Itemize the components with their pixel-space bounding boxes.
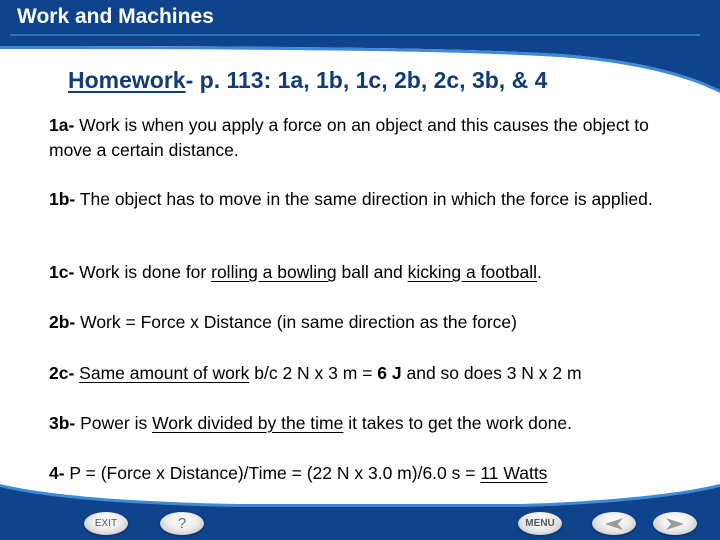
- slide-title-homework: Homework: [68, 67, 186, 93]
- answer-text: ball and: [336, 262, 408, 282]
- menu-label: MENU: [525, 518, 555, 529]
- answer-text: .: [537, 262, 542, 282]
- answer-label: 2c-: [49, 363, 75, 383]
- answer-text: Power is: [75, 413, 153, 433]
- slide-title-pages: - p. 113: 1a, 1b, 1c, 2b, 2c, 3b, & 4: [185, 67, 548, 93]
- answer-text: b/c 2 N x 3 m =: [249, 363, 378, 383]
- answer-label: 3b-: [49, 413, 76, 433]
- answer-1b: 1b- The object has to move in the same d…: [49, 187, 653, 212]
- help-icon: ?: [177, 515, 187, 532]
- answer-bold-text: 6 J: [377, 363, 402, 383]
- chapter-title: Work and Machines: [17, 5, 214, 28]
- answer-label: 2b-: [49, 312, 76, 332]
- slide-title: Homework- p. 113: 1a, 1b, 1c, 2b, 2c, 3b…: [68, 67, 547, 94]
- menu-button[interactable]: MENU: [518, 512, 562, 535]
- help-button[interactable]: ?: [160, 512, 204, 535]
- answer-text: The object has to move in the same direc…: [75, 189, 653, 209]
- answer-underlined-text: Work divided by the time: [152, 413, 344, 433]
- answer-2c: 2c- Same amount of work b/c 2 N x 3 m = …: [49, 361, 582, 386]
- answer-label: 1a-: [49, 115, 75, 135]
- answer-text: Work = Force x Distance (in same directi…: [75, 312, 517, 332]
- exit-button[interactable]: EXIT: [84, 512, 128, 535]
- next-button[interactable]: [653, 512, 697, 535]
- answer-underlined-text: Same amount of work: [79, 363, 250, 383]
- answer-2b: 2b- Work = Force x Distance (in same dir…: [49, 310, 517, 335]
- answer-label: 1c-: [49, 262, 75, 282]
- answer-1a: 1a- Work is when you apply a force on an…: [49, 113, 689, 163]
- previous-button[interactable]: [592, 512, 636, 535]
- answer-text: it takes to get the work done.: [343, 413, 572, 433]
- answer-underlined-text: rolling a bowling: [211, 262, 337, 282]
- answer-text: Work is when you apply a force on an obj…: [49, 115, 649, 160]
- left-arrow-icon: [605, 517, 623, 530]
- answer-1c: 1c- Work is done for rolling a bowling b…: [49, 260, 542, 285]
- answer-text: and so does 3 N x 2 m: [401, 363, 582, 383]
- answer-label: 1b-: [49, 189, 76, 209]
- exit-label: EXIT: [94, 518, 118, 529]
- answer-text: Work is done for: [74, 262, 212, 282]
- answer-3b: 3b- Power is Work divided by the time it…: [49, 411, 572, 436]
- answer-underlined-text: kicking a football: [407, 262, 538, 282]
- right-arrow-icon: [666, 517, 684, 530]
